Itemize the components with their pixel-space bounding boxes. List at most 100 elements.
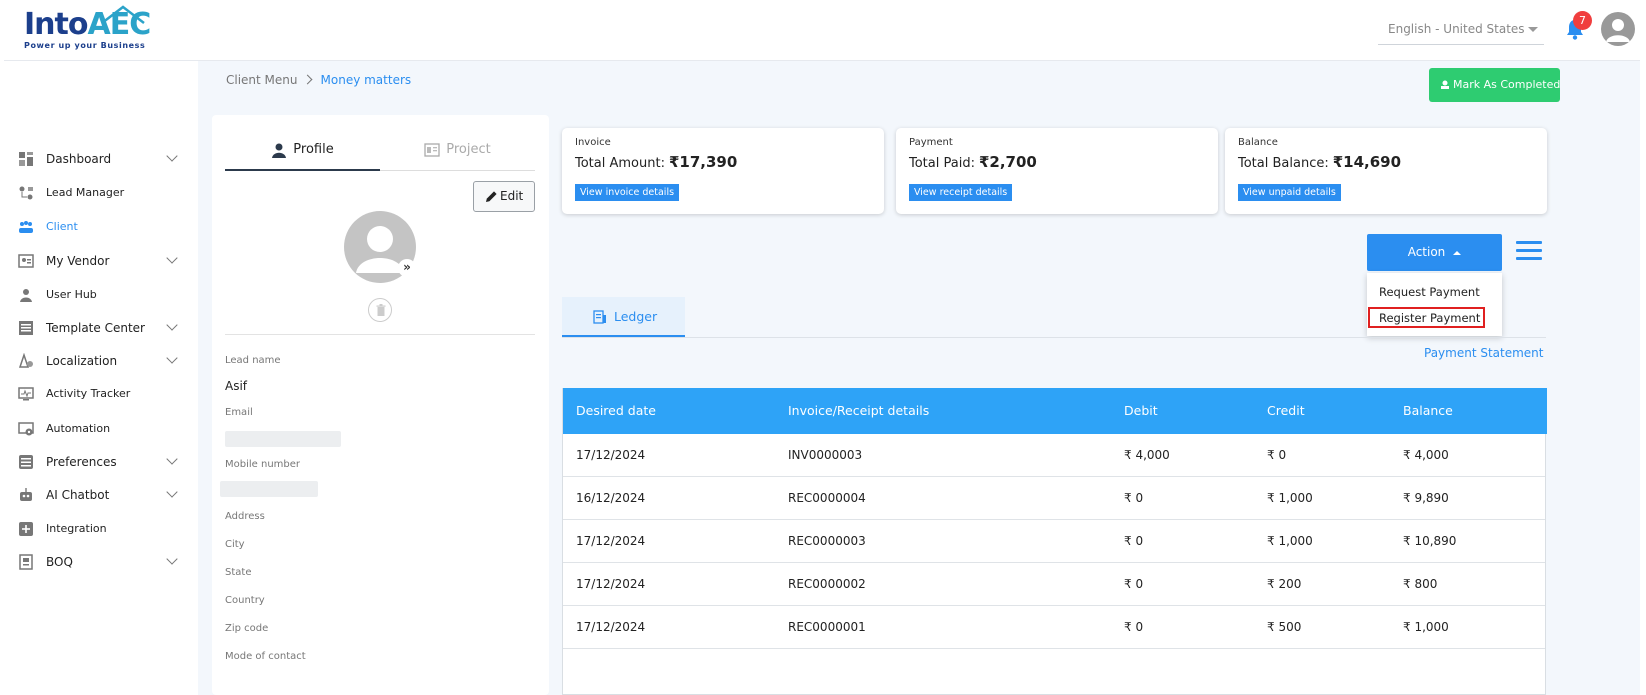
stamp-icon xyxy=(1441,80,1449,89)
card-total: Total Paid: ₹2,700 xyxy=(909,153,1037,171)
action-label: Action xyxy=(1407,245,1446,259)
divider xyxy=(225,334,535,335)
email-value-redacted xyxy=(225,431,341,447)
sidebar-item-boq[interactable]: BOQ xyxy=(4,549,198,575)
table-row[interactable]: 17/12/2024 INV0000003 ₹ 4,000 ₹ 0 ₹ 4,00… xyxy=(563,434,1545,477)
cell-balance: ₹ 800 xyxy=(1403,577,1438,591)
sidebar-item-activity-tracker[interactable]: Activity Tracker xyxy=(4,381,198,407)
sidebar-item-label: Activity Tracker xyxy=(46,387,131,400)
tab-ledger-label: Ledger xyxy=(614,309,658,324)
chevron-down-icon xyxy=(166,319,178,331)
cell-date: 17/12/2024 xyxy=(576,620,646,634)
app-frame: IntoAEC Power up your Business English -… xyxy=(4,3,1640,695)
user-icon xyxy=(20,289,32,302)
cell-reference: REC0000002 xyxy=(788,577,866,591)
tab-project[interactable]: Project xyxy=(380,135,535,171)
tab-profile-label: Profile xyxy=(293,142,334,157)
brand-logo[interactable]: IntoAEC Power up your Business xyxy=(24,5,154,53)
person-icon xyxy=(272,143,287,158)
chevron-down-icon xyxy=(166,453,178,465)
tab-ledger[interactable]: Ledger xyxy=(562,297,685,337)
double-chevron-right-icon[interactable]: » xyxy=(398,259,416,277)
user-avatar[interactable] xyxy=(1601,12,1635,46)
sidebar-item-ai-chatbot[interactable]: AI Chatbot xyxy=(4,482,198,508)
sidebar-item-label: My Vendor xyxy=(46,254,110,268)
column-header: Debit xyxy=(1124,403,1158,418)
sidebar-item-lead-manager[interactable]: Lead Manager xyxy=(4,180,198,206)
chevron-down-icon xyxy=(166,150,178,162)
sidebar: Dashboard Lead Manager Client My Vendor … xyxy=(4,61,198,695)
profile-panel: Profile Project Edit » Lead name Asif Em… xyxy=(212,115,549,695)
table-header: Desired date Invoice/Receipt details Deb… xyxy=(563,388,1547,434)
chevron-down-icon xyxy=(166,352,178,364)
table-row[interactable]: 17/12/2024 REC0000001 ₹ 0 ₹ 500 ₹ 1,000 xyxy=(563,606,1545,649)
view-receipt-details-button[interactable]: View receipt details xyxy=(909,184,1013,201)
sidebar-item-automation[interactable]: Automation xyxy=(4,416,198,442)
cell-balance: ₹ 1,000 xyxy=(1403,620,1449,634)
lead-manager-icon xyxy=(19,186,33,200)
sidebar-item-label: Template Center xyxy=(46,321,145,335)
card-total: Total Balance: ₹14,690 xyxy=(1238,153,1402,171)
integration-icon xyxy=(19,522,33,536)
cell-date: 17/12/2024 xyxy=(576,534,646,548)
menu-item-request-payment[interactable]: Request Payment xyxy=(1379,285,1480,299)
table-row[interactable]: 16/12/2024 REC0000004 ₹ 0 ₹ 1,000 ₹ 9,89… xyxy=(563,477,1545,520)
cell-balance: ₹ 9,890 xyxy=(1403,491,1449,505)
sidebar-item-label: AI Chatbot xyxy=(46,488,110,502)
hamburger-menu-icon[interactable] xyxy=(1516,241,1542,263)
payment-card: Payment Total Paid: ₹2,700 View receipt d… xyxy=(896,128,1218,214)
view-invoice-details-button[interactable]: View invoice details xyxy=(575,184,680,201)
chevron-down-icon xyxy=(1528,27,1538,32)
sidebar-item-integration[interactable]: Integration xyxy=(4,516,198,542)
state-label: State xyxy=(225,567,252,578)
sidebar-item-client[interactable]: Client xyxy=(4,214,198,240)
cell-reference: INV0000003 xyxy=(788,448,863,462)
country-label: Country xyxy=(225,595,265,606)
edit-button[interactable]: Edit xyxy=(473,181,535,212)
column-header: Credit xyxy=(1267,403,1305,418)
dashboard-icon xyxy=(19,152,33,166)
cell-reference: REC0000003 xyxy=(788,534,866,548)
mark-as-completed-button[interactable]: Mark As Completed xyxy=(1429,68,1560,102)
view-unpaid-details-button[interactable]: View unpaid details xyxy=(1238,184,1341,201)
sidebar-item-label: Client xyxy=(46,220,78,233)
lead-name-value: Asif xyxy=(225,379,248,393)
notification-badge: 7 xyxy=(1573,11,1592,30)
sidebar-item-preferences[interactable]: Preferences xyxy=(4,449,198,475)
delete-photo-button[interactable] xyxy=(368,298,392,322)
sidebar-item-template-center[interactable]: Template Center xyxy=(4,315,198,341)
sidebar-item-label: Preferences xyxy=(46,455,117,469)
sidebar-item-dashboard[interactable]: Dashboard xyxy=(4,146,198,172)
vendor-icon xyxy=(18,254,34,268)
cell-credit: ₹ 1,000 xyxy=(1267,534,1313,548)
cell-credit: ₹ 1,000 xyxy=(1267,491,1313,505)
sidebar-item-user-hub[interactable]: User Hub xyxy=(4,282,198,308)
tab-profile[interactable]: Profile xyxy=(225,135,380,171)
breadcrumb-parent[interactable]: Client Menu xyxy=(226,73,298,87)
cell-debit: ₹ 0 xyxy=(1124,491,1144,505)
mobile-value-redacted xyxy=(220,481,318,497)
sidebar-item-label: Integration xyxy=(46,522,107,535)
tab-project-label: Project xyxy=(446,142,491,157)
mobile-number-label: Mobile number xyxy=(225,459,301,470)
sidebar-item-label: Automation xyxy=(46,422,111,435)
language-select[interactable]: English - United States xyxy=(1378,19,1544,45)
column-header: Invoice/Receipt details xyxy=(788,403,930,418)
sidebar-item-localization[interactable]: Localization xyxy=(4,348,198,374)
card-label: Payment xyxy=(909,137,953,148)
address-label: Address xyxy=(225,511,265,522)
table-row[interactable]: 17/12/2024 REC0000003 ₹ 0 ₹ 1,000 ₹ 10,8… xyxy=(563,520,1545,563)
activity-icon xyxy=(18,387,34,401)
cell-credit: ₹ 200 xyxy=(1267,577,1302,591)
lead-name-label: Lead name xyxy=(225,355,281,366)
action-button[interactable]: Action xyxy=(1367,234,1502,271)
table-row[interactable]: 17/12/2024 REC0000002 ₹ 0 ₹ 200 ₹ 800 xyxy=(563,563,1545,606)
caret-up-icon xyxy=(1453,250,1462,255)
cell-date: 17/12/2024 xyxy=(576,448,646,462)
payment-statement-link[interactable]: Payment Statement xyxy=(1424,346,1544,360)
client-icon xyxy=(19,221,33,233)
sidebar-item-my-vendor[interactable]: My Vendor xyxy=(4,248,198,274)
invoice-total-amount: ₹17,390 xyxy=(668,153,738,171)
card-label: Invoice xyxy=(575,137,611,148)
edit-label: Edit xyxy=(500,189,524,203)
